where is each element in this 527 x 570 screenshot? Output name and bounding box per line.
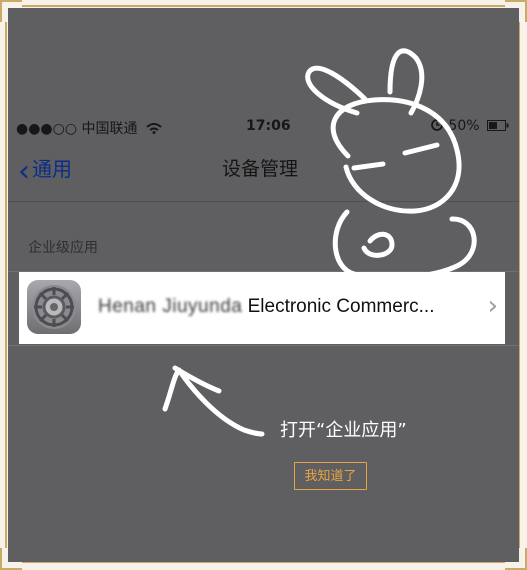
instruction-text: 打开“企业应用” <box>280 420 407 441</box>
back-label: 通用 <box>32 157 72 181</box>
decorative-frame: ●●●○○ 中国联通 17:06 50% ‹ 通用 设备管理 企业级应用 Hen… <box>0 0 527 570</box>
carrier-label: ●●●○○ 中国联通 <box>16 121 138 137</box>
blurred-company-name: Henan Jiuyunda <box>98 296 243 317</box>
time-label: 17:06 <box>246 118 291 134</box>
chevron-left-icon: ‹ <box>18 154 30 189</box>
enterprise-apps-header: 企业级应用 <box>28 240 98 256</box>
alarm-icon <box>430 118 444 132</box>
tutorial-overlay: ●●●○○ 中国联通 17:06 50% ‹ 通用 设备管理 企业级应用 Hen… <box>8 8 519 562</box>
row-separator-bottom <box>8 345 519 346</box>
chevron-right-icon: › <box>487 291 498 321</box>
page-title: 设备管理 <box>222 158 299 180</box>
app-name: Henan Jiuyunda Electronic Commerc... <box>98 296 434 318</box>
got-it-button[interactable]: 我知道了 <box>294 462 367 490</box>
battery-icon <box>487 119 509 131</box>
status-right: 50% <box>430 118 509 134</box>
battery-label: 50% <box>448 118 480 134</box>
settings-gear-icon <box>27 280 81 334</box>
wifi-icon <box>146 122 162 134</box>
enterprise-app-row[interactable]: Henan Jiuyunda Electronic Commerc... › <box>19 272 505 344</box>
app-name-suffix: Electronic Commerc... <box>242 296 435 317</box>
hand-drawn-arrow <box>162 365 265 437</box>
status-bar: ●●●○○ 中国联通 17:06 50% <box>8 115 519 139</box>
back-button[interactable]: ‹ 通用 <box>18 153 72 189</box>
status-left: ●●●○○ 中国联通 <box>16 118 162 138</box>
navigation-bar: ‹ 通用 设备管理 <box>8 139 519 202</box>
